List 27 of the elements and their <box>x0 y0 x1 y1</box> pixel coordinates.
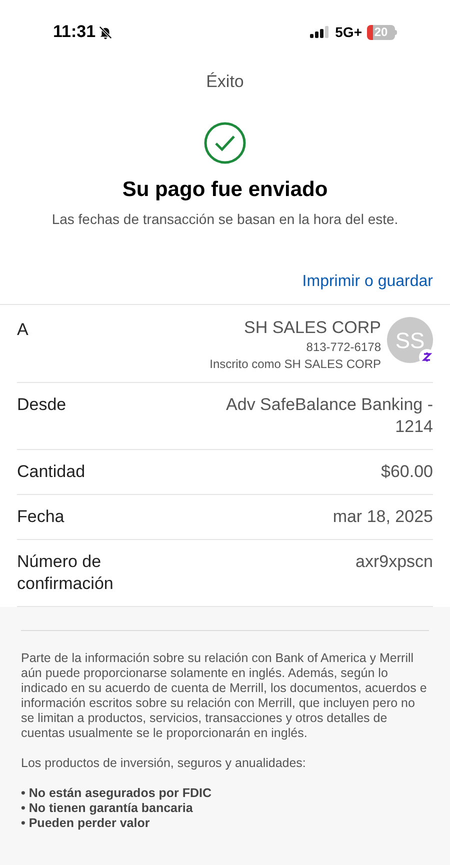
row-value: $60.00 <box>380 461 433 483</box>
row-value: Adv SafeBalance Banking - 1214 <box>225 394 433 438</box>
investment-point: • No tienen garantía bancaria <box>21 801 194 816</box>
timezone-note: Las fechas de transacción se basan en la hora del este. <box>52 210 398 229</box>
battery-indicator: 20 <box>367 24 395 40</box>
bell-muted-icon <box>98 24 113 40</box>
investment-point: • No están asegurados por FDIC <box>21 786 213 801</box>
row-value: axr9xpscn <box>354 551 433 573</box>
investment-point: • Pueden perder valor <box>21 816 151 831</box>
recipient-enrolled: Inscrito como SH SALES CORP <box>210 356 381 372</box>
recipient-name: SH SALES CORP <box>244 317 381 339</box>
network-label: 5G+ <box>335 22 362 42</box>
recipient-phone: 813-772-6178 <box>306 339 381 356</box>
success-heading: Su pago fue enviado <box>122 176 328 202</box>
disclosure-text: Parte de la información sobre su relación con Bank of America y Merrill aún puede proporcionarse solamente en inglés. Además, según lo indicado en su acuerdo de cuenta de Merrill, los documentos, acuerdos e información escritos sobre su relación con Merrill, que incluyen pero no se limitan a productos, servicios, transacciones y otros detalles de cuentas usualmente se le proporcionarán en inglés. <box>21 651 428 741</box>
row-label: Fecha <box>17 506 66 528</box>
row-label: Número de confirmación <box>17 551 114 595</box>
row-label: Cantidad <box>17 461 86 483</box>
print-save-link[interactable]: Imprimir o guardar <box>302 270 433 294</box>
page-title: Éxito <box>206 71 244 93</box>
status-time: 11:31 <box>53 21 96 44</box>
row-label: Desde <box>17 394 68 416</box>
check-circle-icon <box>204 122 246 164</box>
row-value: mar 18, 2025 <box>332 506 433 528</box>
signal-icon <box>310 26 330 38</box>
investment-intro: Los productos de inversión, seguros y anualidades: <box>21 756 307 771</box>
row-label: A <box>17 319 28 341</box>
